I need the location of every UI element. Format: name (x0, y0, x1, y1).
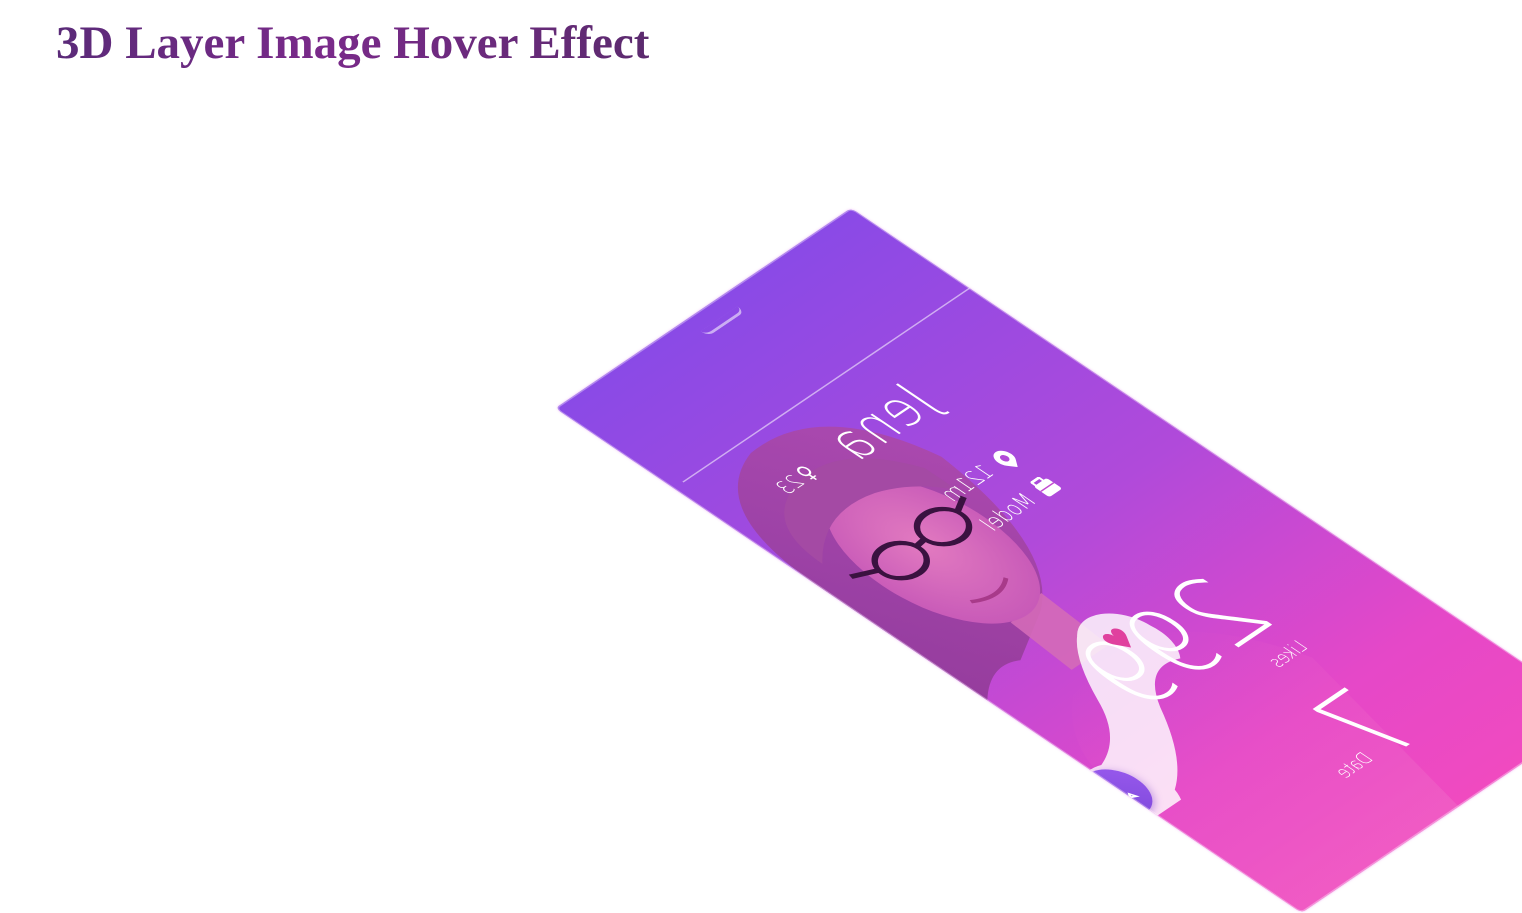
chat-bubble-icon (1102, 785, 1140, 803)
profile-photo (737, 426, 1459, 913)
profile-card[interactable]: Jena ♀ 23 121m Model 299 Likes 7 Date ♥ (555, 208, 1522, 913)
card-scene: Jena ♀ 23 121m Model 299 Likes 7 Date ♥ (0, 0, 1522, 913)
